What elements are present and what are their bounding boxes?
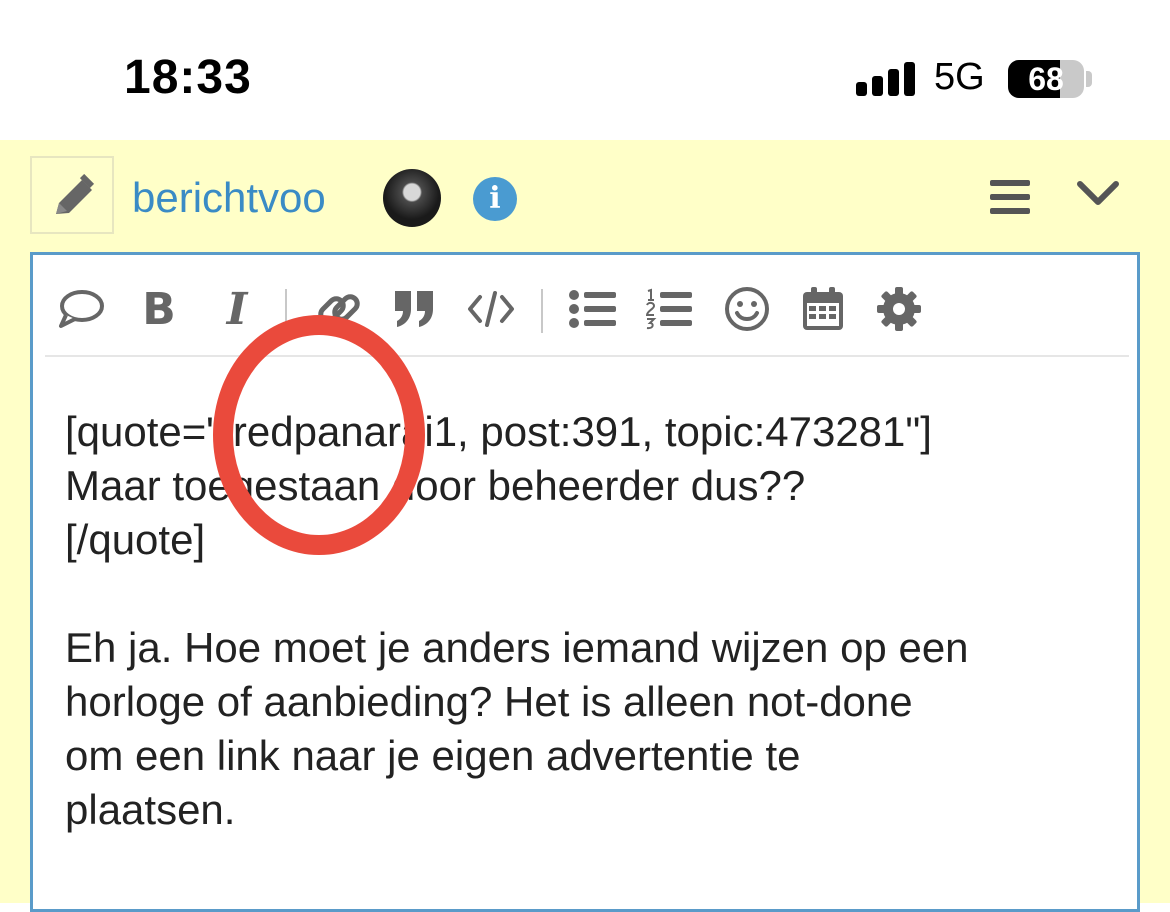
avatar[interactable] [383,169,441,227]
italic-icon[interactable]: I [211,283,263,335]
battery-cap [1086,71,1092,87]
code-icon [468,291,514,327]
composer-panel: berichtvoo i B I [quote="fredpanarai1, p… [0,140,1170,912]
bullet-list-icon [569,290,616,328]
red-annotation-circle [213,315,425,555]
battery-level: 68 [1028,61,1064,97]
code-button[interactable] [465,283,517,335]
settings-button[interactable] [873,283,925,335]
status-bar: 18:33 5G 68 [0,0,1170,140]
calendar-button[interactable] [797,283,849,335]
editor-line: horloge of aanbieding? Het is alleen not… [65,678,913,725]
clock: 18:33 [124,51,252,104]
hamburger-icon[interactable] [988,178,1032,216]
bold-icon[interactable]: B [133,283,185,335]
pencil-icon [56,174,95,214]
composer-title[interactable]: berichtvoo [132,174,326,222]
emoji-button[interactable] [721,283,773,335]
blockquote-icon [395,291,433,327]
editor-line: Eh ja. Hoe moet je anders iemand wijzen … [65,624,969,671]
emoji-icon [725,287,769,331]
battery-icon: 68 [1008,60,1084,98]
editor[interactable]: B I [quote="fredpanarai1, post:391, topi… [30,252,1140,912]
network-label: 5G [934,56,985,98]
quote-button[interactable] [55,283,107,335]
toolbar-divider [45,355,1129,357]
numbered-list-button[interactable] [643,283,695,335]
toolbar-separator [541,289,543,333]
blockquote-button[interactable] [389,283,441,335]
calendar-icon [803,287,843,330]
chevron-down-icon[interactable] [1076,178,1120,208]
editor-line: plaatsen. [65,786,236,833]
quote-icon [59,290,104,328]
gear-icon [877,287,921,331]
pencil-button[interactable] [30,156,114,234]
signal-icon [856,62,916,96]
editor-line: [/quote] [65,516,206,563]
editor-line: om een link naar je eigen advertentie te [65,732,801,779]
bullet-list-button[interactable] [567,283,619,335]
editor-toolbar: B I [33,255,1137,365]
numbered-list-icon [645,288,692,330]
info-icon[interactable]: i [473,177,517,221]
